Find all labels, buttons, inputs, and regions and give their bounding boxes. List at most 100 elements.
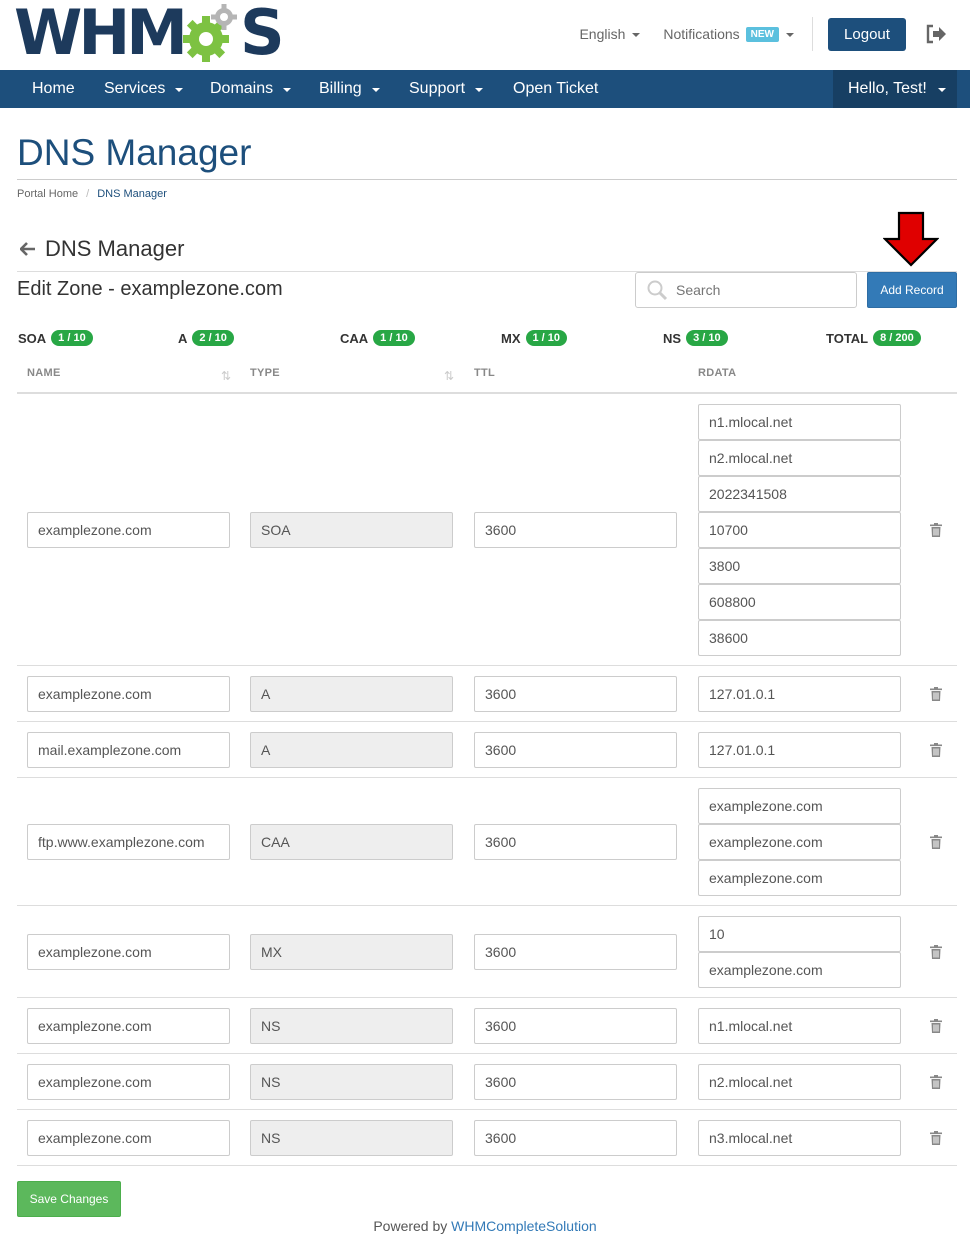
record-ttl-input[interactable]: 3600 — [474, 511, 677, 548]
record-rdata-input[interactable]: examplezone.com — [698, 952, 901, 988]
record-rdata-input[interactable]: 2022341508 — [698, 476, 901, 512]
trash-icon[interactable] — [930, 1018, 942, 1033]
row-divider — [17, 721, 957, 722]
record-rdata-input[interactable]: 127.01.0.1 — [698, 732, 901, 768]
count-badge: 1 / 10 — [373, 330, 415, 346]
record-name-input[interactable]: examplezone.com — [27, 675, 230, 712]
user-menu[interactable]: Hello, Test! — [833, 70, 957, 108]
table-header-divider — [17, 392, 957, 394]
trash-icon[interactable] — [930, 522, 942, 537]
breadcrumb-portal-home[interactable]: Portal Home — [17, 188, 78, 200]
record-rdata-input[interactable]: 10700 — [698, 512, 901, 548]
record-rdata-input[interactable]: examplezone.com — [698, 860, 901, 896]
record-rdata-input[interactable]: 38600 — [698, 620, 901, 656]
record-rdata-input[interactable]: n1.mlocal.net — [698, 404, 901, 440]
record-rdata-input[interactable]: examplezone.com — [698, 824, 901, 860]
record-name-input[interactable]: examplezone.com — [27, 511, 230, 548]
trash-icon[interactable] — [930, 686, 942, 701]
count-badge: 1 / 10 — [525, 330, 568, 346]
sort-icon[interactable]: ⇅ — [444, 369, 454, 383]
trash-icon[interactable] — [930, 742, 942, 757]
record-type-field[interactable]: CAA — [250, 823, 453, 860]
record-ttl-input[interactable]: 3600 — [474, 731, 677, 768]
record-type-field[interactable]: NS — [250, 1119, 453, 1156]
record-name-input[interactable]: examplezone.com — [27, 933, 230, 970]
record-ttl-input[interactable]: 3600 — [474, 675, 677, 712]
arrow-left-icon[interactable] — [20, 242, 36, 256]
zone-title: Edit Zone - examplezone.com — [17, 278, 283, 300]
trash-icon[interactable] — [930, 944, 942, 959]
red-arrow-annotation-icon — [883, 211, 939, 267]
trash-icon[interactable] — [930, 1074, 942, 1089]
record-rdata-input[interactable]: 608800 — [698, 584, 901, 620]
count-badge: 3 / 10 — [686, 330, 728, 346]
record-ttl-input[interactable]: 3600 — [474, 823, 677, 860]
main-nav: Home Services Domains Billing Support Op… — [0, 70, 970, 108]
record-ttl-input[interactable]: 3600 — [474, 1007, 677, 1044]
nav-home-label: Home — [32, 80, 75, 97]
counter-soa: SOA 1 / 10 — [18, 330, 93, 346]
record-type-field[interactable]: A — [250, 675, 453, 712]
user-greeting: Hello, Test! — [848, 80, 927, 97]
record-name-input[interactable]: examplezone.com — [27, 1119, 230, 1156]
record-rdata-input[interactable]: n2.mlocal.net — [698, 440, 901, 476]
nav-home[interactable]: Home — [32, 70, 75, 108]
logout-button[interactable]: Logout — [828, 17, 906, 51]
language-dropdown[interactable]: English — [579, 26, 641, 42]
record-ttl-input[interactable]: 3600 — [474, 1119, 677, 1156]
record-rdata-input[interactable]: n2.mlocal.net — [698, 1064, 901, 1100]
record-rdata-input[interactable]: n3.mlocal.net — [698, 1120, 901, 1156]
sign-out-icon[interactable] — [924, 22, 948, 46]
nav-domains-label: Domains — [210, 80, 274, 97]
row-divider — [17, 665, 957, 666]
footer-link[interactable]: WHMCompleteSolution — [451, 1218, 597, 1234]
count-badge: 8 / 200 — [873, 330, 921, 346]
record-rdata-input[interactable]: 10 — [698, 916, 901, 952]
divider — [812, 17, 813, 51]
breadcrumb-separator: / — [86, 188, 90, 200]
nav-billing[interactable]: Billing — [319, 70, 380, 108]
counter-label: CAA — [340, 330, 369, 346]
trash-icon[interactable] — [930, 834, 942, 849]
nav-domains[interactable]: Domains — [210, 70, 292, 108]
record-name-input[interactable]: ftp.www.examplezone.com — [27, 823, 230, 860]
search-input[interactable] — [676, 282, 836, 298]
record-name-input[interactable]: mail.examplezone.com — [27, 731, 230, 768]
record-rdata-input[interactable]: 127.01.0.1 — [698, 676, 901, 712]
record-name-input[interactable]: examplezone.com — [27, 1007, 230, 1044]
save-changes-button[interactable]: Save Changes — [17, 1181, 121, 1217]
nav-billing-label: Billing — [319, 80, 362, 97]
record-type-field[interactable]: A — [250, 731, 453, 768]
search-field[interactable] — [635, 272, 857, 308]
record-ttl-input[interactable]: 3600 — [474, 1063, 677, 1100]
breadcrumb-dns-manager[interactable]: DNS Manager — [97, 188, 167, 200]
nav-support[interactable]: Support — [409, 70, 484, 108]
trash-icon[interactable] — [930, 1130, 942, 1145]
record-name-input[interactable]: examplezone.com — [27, 1063, 230, 1100]
footer-prefix: Powered by — [373, 1218, 452, 1234]
logo-text-right: S — [239, 0, 285, 69]
column-header-name[interactable]: NAME — [27, 367, 61, 379]
nav-services[interactable]: Services — [104, 70, 184, 108]
sort-icon[interactable]: ⇅ — [221, 369, 231, 383]
record-type-field[interactable]: SOA — [250, 511, 453, 548]
top-header: WHM S English Notifications NEW Logout — [0, 0, 970, 70]
record-rdata-input[interactable]: examplezone.com — [698, 788, 901, 824]
record-ttl-input[interactable]: 3600 — [474, 933, 677, 970]
row-divider — [17, 905, 957, 906]
record-type-field[interactable]: NS — [250, 1007, 453, 1044]
record-rdata-input[interactable]: n1.mlocal.net — [698, 1008, 901, 1044]
notifications-dropdown[interactable]: Notifications NEW — [663, 26, 794, 42]
add-record-button[interactable]: Add Record — [867, 272, 957, 308]
row-divider — [17, 1109, 957, 1110]
section-header: DNS Manager — [20, 236, 184, 262]
whmcs-logo[interactable]: WHM S — [14, 0, 285, 69]
record-rdata-input[interactable]: 3800 — [698, 548, 901, 584]
page-title: DNS Manager — [17, 132, 252, 173]
column-header-type[interactable]: TYPE — [250, 367, 280, 379]
nav-open-ticket[interactable]: Open Ticket — [513, 70, 598, 108]
record-type-field[interactable]: NS — [250, 1063, 453, 1100]
new-badge: NEW — [745, 26, 779, 42]
record-type-field[interactable]: MX — [250, 933, 453, 970]
nav-open-ticket-label: Open Ticket — [513, 80, 599, 97]
